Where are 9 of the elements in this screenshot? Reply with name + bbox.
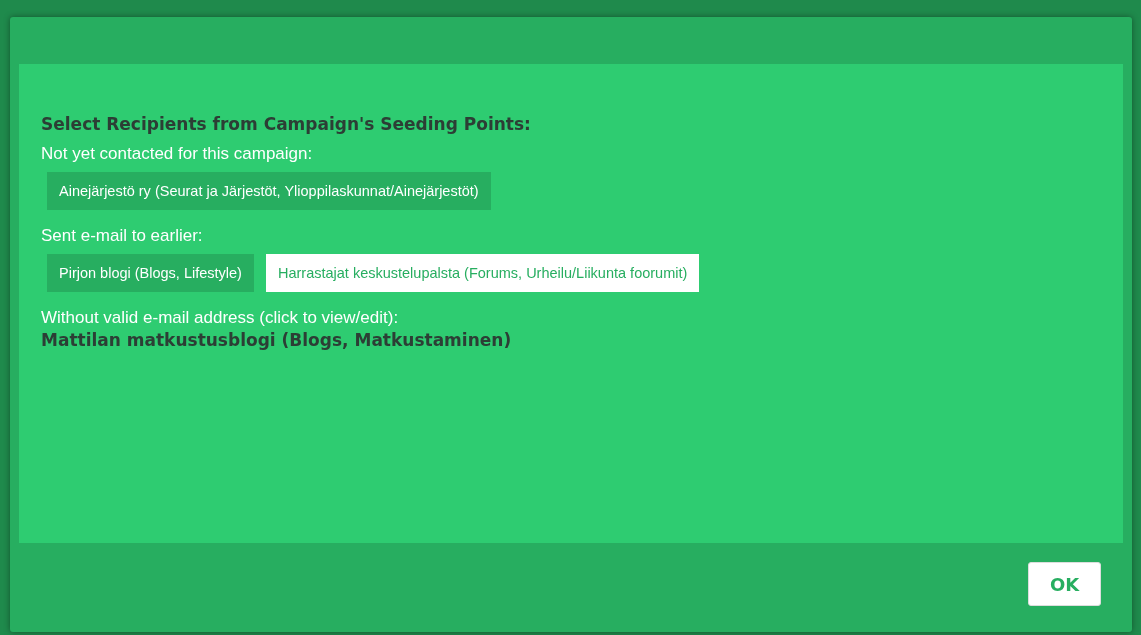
section-label: Without valid e-mail address (click to view/edit): [41, 308, 400, 328]
recipient-link[interactable]: Mattilan matkustusblogi (Blogs, Matkustaminen) [41, 330, 512, 350]
ok-button[interactable]: OK [1028, 562, 1101, 606]
recipient-chip[interactable]: Harrastajat keskustelupalsta (Forums, Urheilu/Liikunta foorumit) [265, 254, 700, 292]
section-label: Sent e-mail to earlier: [41, 226, 204, 246]
recipient-chip[interactable]: Pirjon blogi (Blogs, Lifestyle) [47, 254, 254, 292]
dialog-heading: Select Recipients from Campaign's Seeding Points: [41, 114, 532, 134]
section-label: Not yet contacted for this campaign: [41, 144, 314, 164]
recipient-chip[interactable]: Ainejärjestö ry (Seurat ja Järjestöt, Ylioppilaskunnat/Ainejärjestöt) [47, 172, 491, 210]
